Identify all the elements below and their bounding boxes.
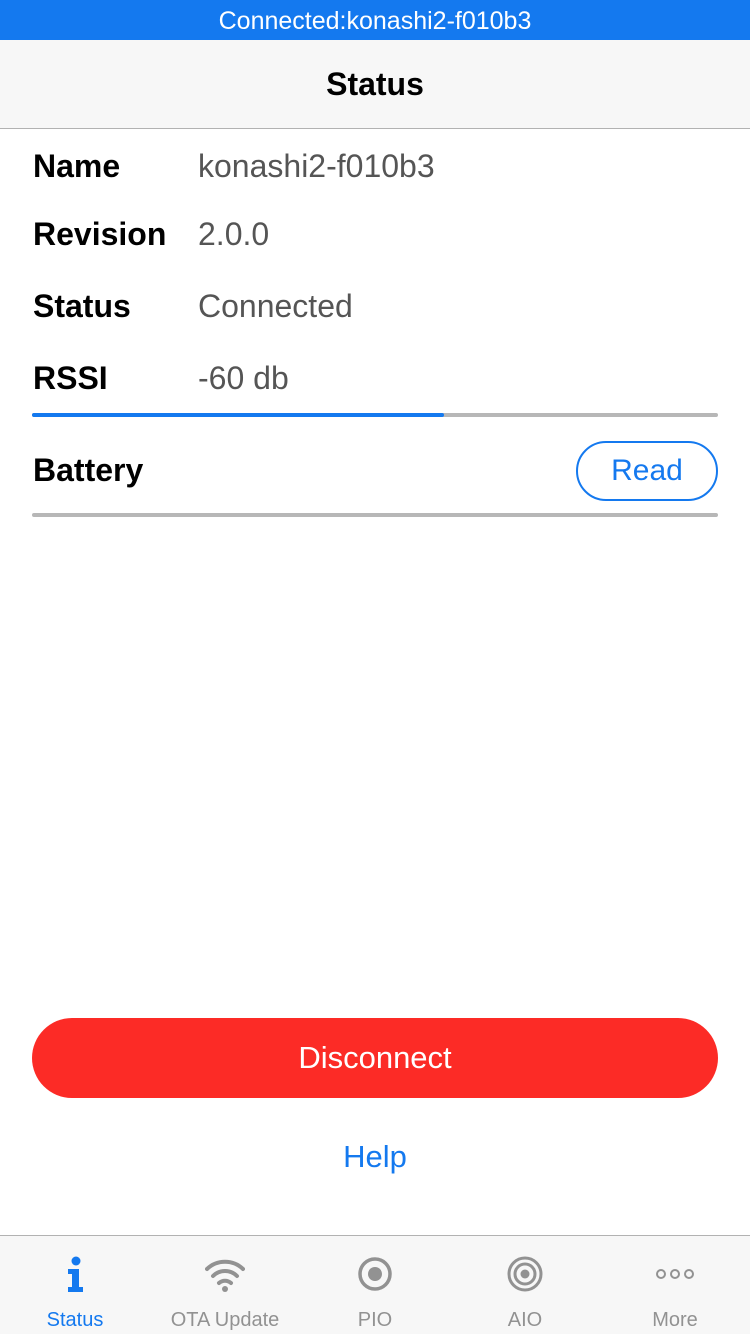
tab-more-label: More [652,1309,698,1331]
help-link[interactable]: Help [0,1132,750,1182]
battery-label: Battery [33,452,144,488]
disconnect-button[interactable]: Disconnect [32,1018,718,1098]
status-label: Status [33,288,131,324]
rssi-progress-bar [32,413,718,417]
app-screen: Connected:konashi2-f010b3 Status Name ko… [0,0,750,1334]
rssi-progress-fill [32,413,444,417]
read-battery-button[interactable]: Read [576,441,718,501]
rssi-value: -60 db [198,360,289,396]
tab-ota-update-label: OTA Update [170,1309,280,1331]
name-value: konashi2-f010b3 [198,148,435,184]
info-row-revision: Revision 2.0.0 [33,209,717,259]
connection-banner: Connected:konashi2-f010b3 [0,0,750,40]
aio-icon [507,1256,543,1292]
navigation-bar: Status [0,40,750,129]
name-label: Name [33,148,121,184]
wifi-icon [205,1259,245,1292]
revision-value: 2.0.0 [198,216,270,252]
info-icon [68,1256,83,1292]
tab-bar: Status OTA Update PIO AIO More [0,1235,750,1334]
tab-pio[interactable]: PIO [300,1236,450,1334]
tab-aio[interactable]: AIO [450,1236,600,1334]
info-row-name: Name konashi2-f010b3 [33,141,717,191]
info-row-rssi: RSSI -60 db [33,353,717,403]
page-title: Status [326,66,424,102]
tab-ota-update[interactable]: OTA Update [150,1236,300,1334]
info-row-status: Status Connected [33,281,717,331]
tab-aio-label: AIO [507,1309,543,1331]
tab-pio-label: PIO [357,1309,393,1331]
tab-status[interactable]: Status [0,1236,150,1334]
help-label[interactable]: Help [343,1139,407,1174]
battery-divider [32,513,718,517]
rssi-label: RSSI [33,360,108,396]
tab-more[interactable]: More [600,1236,750,1334]
more-icon [656,1269,694,1279]
status-value: Connected [198,288,353,324]
revision-label: Revision [33,216,167,252]
battery-row: Battery Read [33,441,718,501]
tab-status-label: Status [46,1309,104,1331]
pio-icon [358,1257,392,1291]
